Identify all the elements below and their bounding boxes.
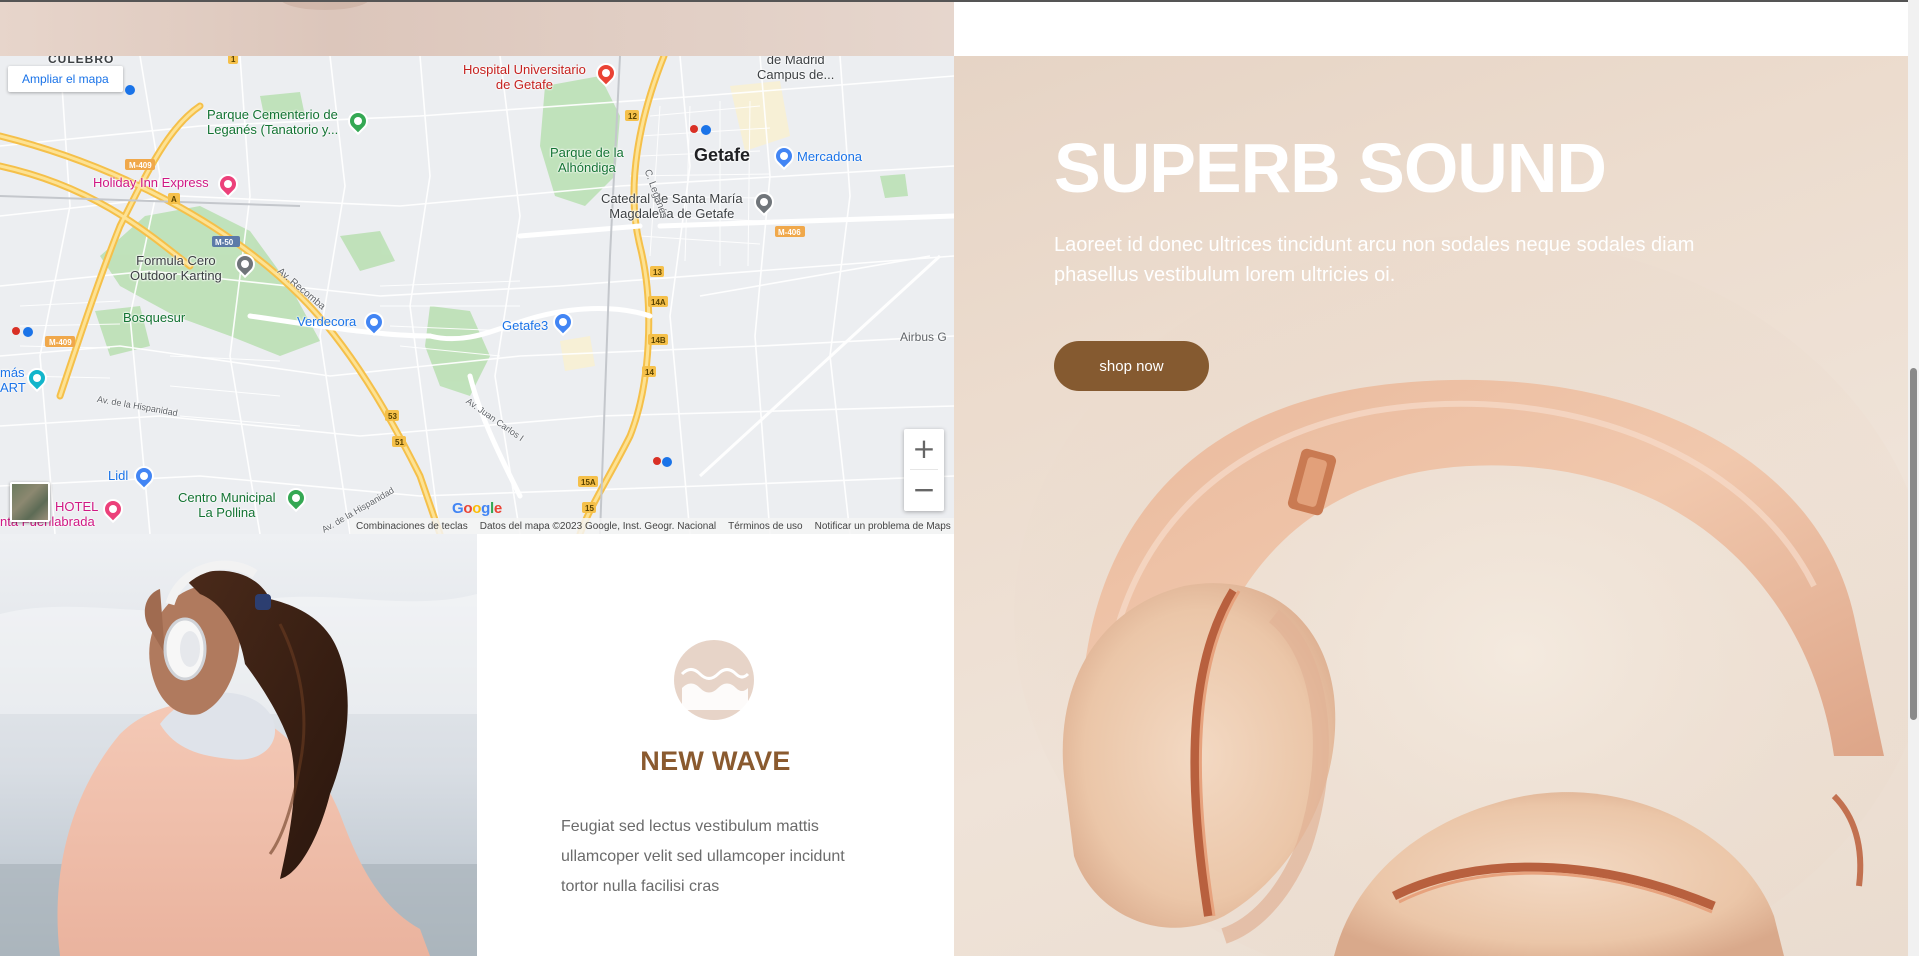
map-attribution: Combinaciones de teclas Datos del mapa ©… — [350, 518, 954, 534]
keyboard-shortcuts-link[interactable]: Combinaciones de teclas — [356, 521, 468, 532]
svg-text:12: 12 — [628, 112, 637, 121]
map-label-verdecora[interactable]: Verdecora — [297, 314, 356, 330]
svg-text:51: 51 — [395, 438, 404, 447]
top-divider — [0, 0, 1908, 2]
map-label-getafe3[interactable]: Getafe3 — [502, 318, 548, 334]
map-label-holiday-inn[interactable]: Holiday Inn Express — [93, 175, 209, 191]
zoom-control: + − — [904, 429, 944, 511]
map-label-parque-alhondiga[interactable]: Parque de la Alhóndiga — [550, 145, 624, 176]
logo-letter: g — [481, 500, 490, 517]
logo-letter: G — [452, 500, 464, 517]
map-label-lidl[interactable]: Lidl — [108, 468, 128, 484]
superb-sound-hero: SUPERB SOUND Laoreet id donec ultrices t… — [954, 56, 1908, 956]
zoom-in-button[interactable]: + — [904, 429, 944, 469]
map-label-formula-cero[interactable]: Formula Cero Outdoor Karting — [130, 253, 222, 284]
svg-text:15A: 15A — [581, 478, 596, 487]
map-label-mercadona[interactable]: Mercadona — [797, 149, 862, 165]
hero-description: Laoreet id donec ultrices tincidunt arcu… — [1054, 234, 1695, 286]
page-scrollbar[interactable] — [1908, 0, 1919, 956]
svg-text:14: 14 — [645, 368, 654, 377]
hero-title: SUPERB SOUND — [1054, 129, 1607, 207]
map-canvas[interactable]: M-409 A M-50 M-409 12 13 14A 14B 14 M-40… — [0, 56, 954, 534]
page: M-409 A M-50 M-409 12 13 14A 14B 14 M-40… — [0, 0, 1919, 956]
svg-text:14A: 14A — [651, 298, 666, 307]
satellite-layer-toggle[interactable] — [10, 482, 50, 522]
map-data-credit: Datos del mapa ©2023 Google, Inst. Geogr… — [479, 520, 717, 532]
map-label-mas-art[interactable]: más ART — [0, 365, 26, 396]
map-label-hospital[interactable]: Hospital Universitario de Getafe — [463, 62, 586, 93]
svg-text:A: A — [171, 195, 177, 204]
new-wave-card: NEW WAVE Feugiat sed lectus vestibulum m… — [477, 534, 954, 956]
map-label-getafe[interactable]: Getafe — [694, 145, 750, 166]
svg-text:M-406: M-406 — [778, 228, 801, 237]
svg-text:M-409: M-409 — [49, 338, 72, 347]
svg-text:15: 15 — [585, 504, 594, 513]
svg-text:1: 1 — [231, 56, 236, 64]
new-wave-title: NEW WAVE — [640, 746, 791, 776]
report-problem-link[interactable]: Notificar un problema de Maps — [815, 521, 951, 532]
woman-with-headphones-image — [0, 534, 477, 956]
map-label-madrid-campus[interactable]: de Madrid Campus de... — [757, 56, 834, 83]
map-label-hotel[interactable]: HOTEL — [55, 499, 98, 515]
logo-letter: e — [493, 500, 502, 517]
shop-now-button[interactable]: shop now — [1054, 341, 1209, 391]
terms-link[interactable]: Términos de uso — [728, 521, 802, 532]
wave-icon — [674, 640, 754, 720]
map-label-parque-cementerio[interactable]: Parque Cementerio de Leganés (Tanatorio … — [207, 107, 338, 138]
zoom-out-button[interactable]: − — [904, 470, 944, 510]
scrollbar-thumb[interactable] — [1910, 368, 1917, 720]
svg-text:14B: 14B — [651, 336, 666, 345]
map-label-catedral[interactable]: Catedral de Santa María Magdalena de Get… — [601, 191, 743, 222]
map-label-airbus[interactable]: Airbus G — [900, 330, 947, 345]
top-image-strip — [0, 0, 954, 56]
svg-text:13: 13 — [653, 268, 662, 277]
enlarge-map-link[interactable]: Ampliar el mapa — [8, 66, 123, 92]
logo-letter: o — [463, 500, 473, 517]
embedded-map[interactable]: M-409 A M-50 M-409 12 13 14A 14B 14 M-40… — [0, 56, 954, 534]
new-wave-description: Feugiat sed lectus vestibulum mattis ull… — [561, 818, 845, 895]
logo-letter: o — [472, 500, 482, 517]
woman-illustration — [0, 534, 477, 956]
svg-text:53: 53 — [388, 412, 397, 421]
road-shield-m409: M-409 — [129, 161, 152, 170]
map-label-bosquesur[interactable]: Bosquesur — [123, 310, 185, 326]
map-label-centro-municipal[interactable]: Centro Municipal La Pollina — [178, 490, 276, 521]
google-logo: Google — [452, 500, 502, 517]
svg-text:M-50: M-50 — [215, 238, 234, 247]
